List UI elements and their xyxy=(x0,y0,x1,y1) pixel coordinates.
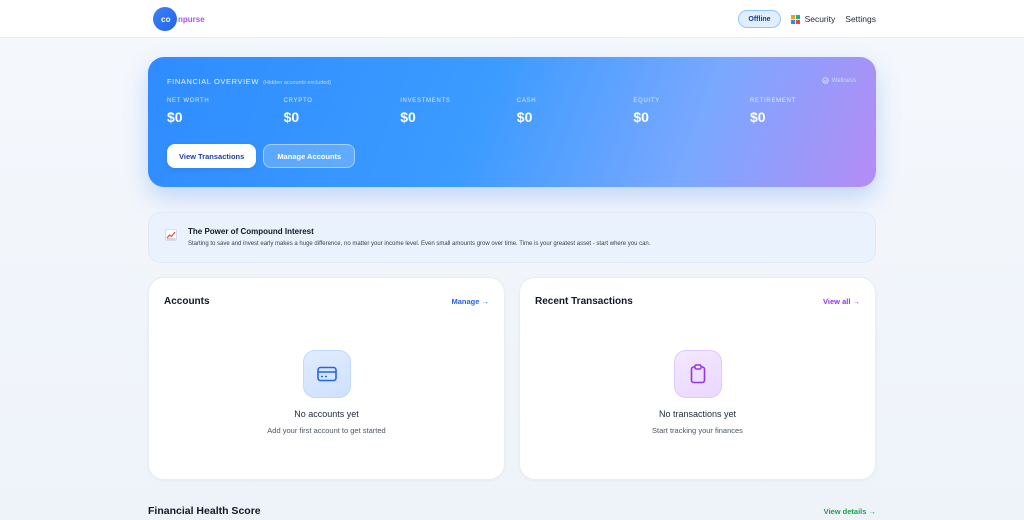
credit-card-icon xyxy=(316,366,337,382)
overview-title: FINANCIAL OVERVIEW (Hidden accounts exclu… xyxy=(167,77,332,86)
accounts-empty-subtitle: Add your first account to get started xyxy=(267,426,386,435)
transactions-empty-subtitle: Start tracking your finances xyxy=(652,426,743,435)
manage-accounts-button[interactable]: Manage Accounts xyxy=(263,144,356,168)
transactions-title: Recent Transactions xyxy=(535,296,633,307)
metric-investments: INVESTMENTS $0 xyxy=(400,98,451,125)
overview-metrics: NET WORTH $0 CRYPTO $0 INVESTMENTS $0 CA… xyxy=(167,98,867,125)
wellness-toggle[interactable]: Wellness xyxy=(821,77,856,84)
metric-crypto: CRYPTO $0 xyxy=(283,98,313,125)
financial-overview-card: FINANCIAL OVERVIEW (Hidden accounts exclu… xyxy=(148,57,876,187)
header-nav: Offline Security Settings xyxy=(738,9,876,29)
recent-transactions-card: Recent Transactions View all → No transa… xyxy=(519,277,876,480)
logo-mark: co xyxy=(153,7,177,31)
clipboard-icon xyxy=(690,364,705,384)
tip-body: Starting to save and invest early makes … xyxy=(188,241,651,247)
accounts-empty-title: No accounts yet xyxy=(294,409,359,419)
tip-title: The Power of Compound Interest xyxy=(188,227,314,236)
view-transactions-button[interactable]: View Transactions xyxy=(167,144,257,168)
security-label: Security xyxy=(804,14,836,24)
financial-health-title: Financial Health Score xyxy=(148,505,261,517)
transactions-empty-illustration xyxy=(673,350,722,398)
overview-actions: View Transactions Manage Accounts xyxy=(167,144,356,168)
accounts-empty-illustration xyxy=(302,350,351,398)
metric-net-worth: NET WORTH $0 xyxy=(167,98,210,125)
overview-subtitle: (Hidden accounts excluded) xyxy=(263,80,332,86)
logo-wordmark: npurse xyxy=(178,14,205,24)
metric-equity: EQUITY $0 xyxy=(633,98,660,125)
compound-interest-tip: The Power of Compound Interest Starting … xyxy=(148,212,876,263)
wellness-label: Wellness xyxy=(831,77,856,84)
accounts-title: Accounts xyxy=(164,296,210,307)
security-icon xyxy=(790,14,800,24)
view-all-transactions-link[interactable]: View all → xyxy=(823,297,860,306)
app-logo[interactable]: co npurse xyxy=(153,7,205,31)
top-bar: co npurse Offline Security Settings xyxy=(0,0,1024,38)
transactions-empty-title: No transactions yet xyxy=(658,409,737,419)
accounts-card: Accounts Manage → No accounts yet Add yo… xyxy=(148,277,505,480)
security-link[interactable]: Security xyxy=(790,14,836,24)
view-health-details-link[interactable]: View details → xyxy=(824,507,876,516)
settings-link[interactable]: Settings xyxy=(845,14,876,24)
manage-accounts-link[interactable]: Manage → xyxy=(451,297,489,306)
metric-cash: CASH $0 xyxy=(516,98,537,125)
chart-trend-icon xyxy=(165,229,177,241)
metric-retirement: RETIREMENT $0 xyxy=(749,98,796,125)
wellness-icon xyxy=(821,77,829,84)
offline-status-badge[interactable]: Offline xyxy=(738,10,781,28)
